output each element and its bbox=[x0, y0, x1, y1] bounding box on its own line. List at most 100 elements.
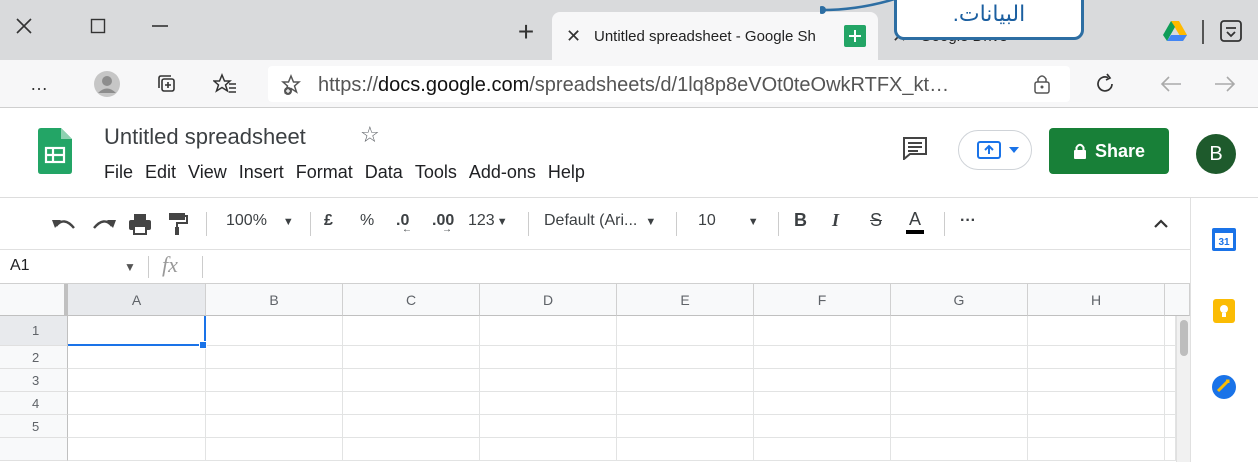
grid-cell[interactable] bbox=[891, 392, 1028, 415]
grid-cell[interactable] bbox=[754, 415, 891, 438]
row-header-1[interactable]: 1 bbox=[0, 316, 68, 346]
paint-format-icon[interactable] bbox=[168, 212, 188, 236]
menu-data[interactable]: Data bbox=[365, 162, 403, 183]
grid-cell[interactable] bbox=[754, 316, 891, 346]
decrease-decimal-button[interactable]: .0 ← bbox=[396, 212, 412, 235]
grid-cell[interactable] bbox=[1165, 369, 1176, 392]
column-header-f[interactable]: F bbox=[754, 284, 891, 316]
grid-cell[interactable] bbox=[343, 392, 480, 415]
menu-file[interactable]: File bbox=[104, 162, 133, 183]
chevron-up-icon[interactable] bbox=[1154, 218, 1168, 228]
grid-cell[interactable] bbox=[891, 316, 1028, 346]
chevron-down-icon[interactable]: ▼ bbox=[124, 260, 136, 274]
grid-cell[interactable] bbox=[891, 438, 1028, 461]
formula-input[interactable] bbox=[210, 254, 1170, 280]
grid-cell[interactable] bbox=[206, 438, 343, 461]
print-icon[interactable] bbox=[128, 212, 152, 236]
grid-cell[interactable] bbox=[617, 316, 754, 346]
font-family-select[interactable]: Default (Ari... ▼ bbox=[544, 212, 656, 230]
bold-button[interactable]: B bbox=[794, 210, 807, 231]
grid-cell[interactable] bbox=[68, 369, 206, 392]
grid-cell[interactable] bbox=[891, 346, 1028, 369]
grid-cell[interactable] bbox=[1028, 369, 1165, 392]
close-window-icon[interactable] bbox=[6, 8, 42, 44]
tasks-icon[interactable] bbox=[1211, 374, 1237, 400]
grid-cell[interactable] bbox=[1165, 438, 1176, 461]
menu-addons[interactable]: Add-ons bbox=[469, 162, 536, 183]
tab-actions-icon[interactable] bbox=[1218, 18, 1244, 44]
grid-cell[interactable] bbox=[480, 346, 617, 369]
menu-insert[interactable]: Insert bbox=[239, 162, 284, 183]
avatar[interactable]: B bbox=[1196, 134, 1236, 174]
google-sheets-logo-icon[interactable] bbox=[38, 128, 72, 174]
grid-cell[interactable] bbox=[1028, 346, 1165, 369]
menu-help[interactable]: Help bbox=[548, 162, 585, 183]
grid-cell[interactable] bbox=[68, 346, 206, 369]
grid-cell[interactable] bbox=[68, 438, 206, 461]
star-icon[interactable]: ☆ bbox=[360, 122, 380, 148]
row-header-3[interactable]: 3 bbox=[0, 369, 68, 392]
browser-menu-icon[interactable]: … bbox=[24, 70, 54, 98]
grid-cell[interactable] bbox=[206, 415, 343, 438]
minimize-window-icon[interactable] bbox=[142, 8, 178, 44]
more-options-button[interactable]: ··· bbox=[960, 212, 976, 230]
grid-cell[interactable] bbox=[754, 369, 891, 392]
profile-icon[interactable] bbox=[92, 70, 122, 98]
row-header-5[interactable]: 5 bbox=[0, 415, 68, 438]
grid-cell[interactable] bbox=[68, 392, 206, 415]
grid-cell[interactable] bbox=[206, 369, 343, 392]
grid-cell[interactable] bbox=[891, 369, 1028, 392]
new-tab-button[interactable]: + bbox=[508, 14, 544, 50]
name-box[interactable]: A1 bbox=[10, 257, 30, 275]
grid-cell[interactable] bbox=[1028, 316, 1165, 346]
undo-icon[interactable] bbox=[52, 216, 78, 232]
menu-view[interactable]: View bbox=[188, 162, 227, 183]
refresh-icon[interactable] bbox=[1090, 70, 1120, 98]
column-header-b[interactable]: B bbox=[206, 284, 343, 316]
grid-cell[interactable] bbox=[617, 438, 754, 461]
percent-format-button[interactable]: % bbox=[360, 212, 374, 230]
grid-cell[interactable] bbox=[617, 346, 754, 369]
grid-cell[interactable] bbox=[754, 438, 891, 461]
grid-cell[interactable] bbox=[480, 392, 617, 415]
column-header-g[interactable]: G bbox=[891, 284, 1028, 316]
grid-cell[interactable] bbox=[1028, 415, 1165, 438]
google-drive-icon[interactable] bbox=[1162, 20, 1188, 42]
tab-close-icon[interactable]: ✕ bbox=[566, 26, 586, 47]
grid-cell[interactable] bbox=[68, 415, 206, 438]
grid-cell[interactable] bbox=[754, 346, 891, 369]
grid-cell[interactable] bbox=[206, 316, 343, 346]
text-color-button[interactable]: A bbox=[906, 208, 925, 234]
row-header-4[interactable]: 4 bbox=[0, 392, 68, 415]
selected-cell-a1[interactable] bbox=[68, 316, 206, 346]
grid-cell[interactable] bbox=[343, 415, 480, 438]
maximize-window-icon[interactable] bbox=[80, 8, 116, 44]
increase-decimal-button[interactable]: .00 → bbox=[432, 212, 454, 235]
grid-cell[interactable] bbox=[754, 392, 891, 415]
forward-icon[interactable] bbox=[1210, 70, 1240, 98]
fill-handle[interactable] bbox=[199, 341, 207, 349]
column-header-d[interactable]: D bbox=[480, 284, 617, 316]
comment-history-icon[interactable] bbox=[902, 136, 928, 160]
grid-cell[interactable] bbox=[206, 346, 343, 369]
keep-icon[interactable] bbox=[1211, 298, 1237, 324]
grid-cell[interactable] bbox=[343, 369, 480, 392]
vertical-scrollbar[interactable] bbox=[1176, 316, 1190, 462]
site-info-icon[interactable] bbox=[280, 74, 304, 96]
row-header-2[interactable]: 2 bbox=[0, 346, 68, 369]
scrollbar-thumb[interactable] bbox=[1180, 320, 1188, 356]
present-button[interactable] bbox=[958, 130, 1032, 170]
grid-cell[interactable] bbox=[891, 415, 1028, 438]
url-field[interactable]: https://docs.google.com/spreadsheets/d/1… bbox=[268, 66, 1070, 102]
menu-edit[interactable]: Edit bbox=[145, 162, 176, 183]
grid-cell[interactable] bbox=[1165, 392, 1176, 415]
column-header-i[interactable] bbox=[1165, 284, 1190, 316]
currency-format-button[interactable]: £ bbox=[324, 212, 333, 230]
document-title[interactable]: Untitled spreadsheet bbox=[104, 124, 306, 150]
column-header-a[interactable]: A bbox=[68, 284, 206, 316]
favorites-icon[interactable] bbox=[210, 70, 240, 98]
number-format-select[interactable]: 123 ▼ bbox=[468, 212, 508, 230]
zoom-select[interactable]: 100% ▼ bbox=[226, 212, 294, 230]
grid-cell[interactable] bbox=[343, 316, 480, 346]
redo-icon[interactable] bbox=[90, 216, 116, 232]
